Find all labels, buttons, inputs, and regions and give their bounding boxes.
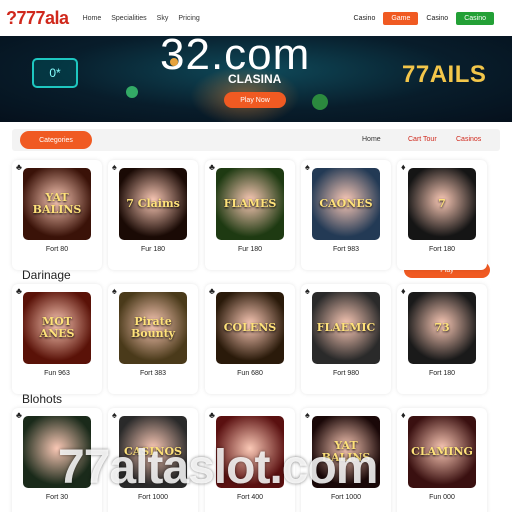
game-title: 73 [434,321,450,335]
game-card[interactable]: ♠ YAT BALINS Fort 1000 [301,408,391,512]
game-label: Fort 80 [45,246,69,253]
game-title: 7 Claims [126,197,180,211]
card-suit-icon: ♠ [112,286,117,296]
game-thumbnail[interactable]: FLAMES [216,168,284,240]
card-suit-icon: ♣ [209,410,215,420]
game-title: MOT ANES [39,315,75,340]
game-thumbnail[interactable]: 7 [408,168,476,240]
game-thumbnail[interactable] [216,416,284,488]
nav-item-home[interactable]: Home [83,15,102,22]
game-label: Fun 963 [44,370,70,377]
game-card[interactable]: ♠ Pirate Bounty Fort 383 [108,284,198,394]
game-thumbnail[interactable]: CLAMING [408,416,476,488]
categories-button[interactable]: Categories [20,131,92,149]
game-thumbnail[interactable]: YAT BALINS [312,416,380,488]
game-label: Fort 383 [139,370,167,377]
game-card[interactable]: ♣ Fort 400 [205,408,295,512]
game-title: COLENS [223,321,277,335]
game-card[interactable]: ♣ Fort 30 [12,408,102,512]
game-card[interactable]: ♣ YAT BALINS Fort 80 [12,160,102,270]
game-thumbnail[interactable]: FLAEMIC [312,292,380,364]
game-title: CASINOS [124,445,182,459]
game-title: CAONES [319,197,373,211]
banner-promo-text: 77AILS [402,61,487,88]
game-title: YAT BALINS [321,439,371,464]
game-card[interactable]: ♦ 73 Fort 180 [397,284,487,394]
card-suit-icon: ♣ [16,410,22,420]
card-suit-icon: ♠ [305,286,310,296]
slot-machine-icon: 0* [32,58,78,88]
game-thumbnail[interactable]: CASINOS [119,416,187,488]
card-suit-icon: ♣ [209,286,215,296]
game-label: Fur 180 [140,246,166,253]
filter-bar: Categories Home Cart Tour Casinos [12,129,500,151]
section-title: Darinage [22,268,71,282]
nav-item-pricing[interactable]: Pricing [178,15,199,22]
game-thumbnail[interactable]: YAT BALINS [23,168,91,240]
card-suit-icon: ♣ [209,162,215,172]
game-card[interactable]: ♣ COLENS Fun 680 [205,284,295,394]
casino-link-secondary[interactable]: Casino [426,15,448,22]
game-thumbnail[interactable] [23,416,91,488]
game-label: Fort 980 [332,370,360,377]
game-thumbnail[interactable]: 7 Claims [119,168,187,240]
card-suit-icon: ♦ [401,286,406,296]
game-label: Fort 983 [332,246,360,253]
card-suit-icon: ♠ [305,162,310,172]
play-now-button[interactable]: Play Now [224,92,286,108]
casino-link[interactable]: Casino [354,15,376,22]
main-nav: Home Specialities Sky Pricing [83,15,200,22]
site-header: ?777ala Home Specialities Sky Pricing Ca… [0,0,512,36]
header-actions: Casino Game Casino Casino [354,12,494,25]
game-card[interactable]: ♣ FLAMES Fur 180 [205,160,295,270]
banner-subtitle: CLASINA [228,72,282,86]
chip-icon [126,86,138,98]
chip-icon [312,94,328,110]
nav-item-sky[interactable]: Sky [157,15,169,22]
game-thumbnail[interactable]: 73 [408,292,476,364]
game-card[interactable]: ♦ CLAMING Fun 000 [397,408,487,512]
game-title: Pirate Bounty [130,315,176,340]
filter-link-casinos[interactable]: Casinos [456,136,481,143]
hero-banner: 0* 32.com CLASINA Play Now 77AILS [0,36,512,122]
game-title: YAT BALINS [32,191,82,216]
game-label: Fort 1000 [331,494,361,501]
game-label: Fur 180 [237,246,263,253]
card-suit-icon: ♣ [16,162,22,172]
game-label: Fort 400 [236,494,264,501]
card-suit-icon: ♠ [112,162,117,172]
game-card[interactable]: ♠ FLAEMIC Fort 980 [301,284,391,394]
nav-item-specialities[interactable]: Specialities [111,15,146,22]
card-suit-icon: ♦ [401,162,406,172]
filter-link-cart-tour[interactable]: Cart Tour [408,136,437,143]
card-suit-icon: ♠ [112,410,117,420]
game-label: Fun 680 [237,370,263,377]
game-title: FLAMES [223,197,277,211]
game-button[interactable]: Game [383,12,419,25]
site-logo[interactable]: ?777ala [6,8,69,29]
game-label: Fun 000 [429,494,455,501]
game-thumbnail[interactable]: CAONES [312,168,380,240]
game-card[interactable]: ♣ MOT ANES Fun 963 [12,284,102,394]
card-suit-icon: ♠ [305,410,310,420]
game-card[interactable]: ♠ CAONES Fort 983 [301,160,391,270]
game-card[interactable]: ♠ CASINOS Fort 1000 [108,408,198,512]
game-thumbnail[interactable]: Pirate Bounty [119,292,187,364]
game-card[interactable]: ♠ 7 Claims Fur 180 [108,160,198,270]
game-card[interactable]: ♦ 7 Fort 180 [397,160,487,270]
game-label: Fort 30 [45,494,69,501]
filter-link-home[interactable]: Home [362,136,381,143]
game-label: Fort 1000 [138,494,168,501]
game-title: 7 [438,197,446,211]
casino-button[interactable]: Casino [456,12,494,25]
game-thumbnail[interactable]: COLENS [216,292,284,364]
card-suit-icon: ♦ [401,410,406,420]
section-title: Blohots [22,392,63,406]
card-suit-icon: ♣ [16,286,22,296]
game-title: CLAMING [411,445,473,459]
game-label: Fort 180 [428,246,456,253]
game-label: Fort 180 [428,370,456,377]
game-title: FLAEMIC [316,321,376,335]
game-thumbnail[interactable]: MOT ANES [23,292,91,364]
